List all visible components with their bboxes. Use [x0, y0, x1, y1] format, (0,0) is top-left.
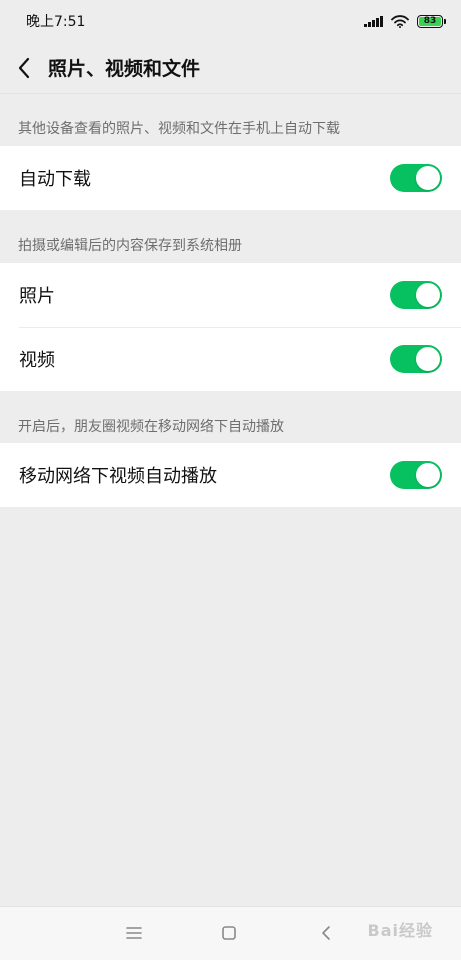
settings-group-save-to-album: 照片 视频	[0, 263, 461, 391]
section-header-auto-download: 其他设备查看的照片、视频和文件在手机上自动下载	[18, 121, 340, 137]
setting-label: 移动网络下视频自动播放	[19, 466, 217, 487]
status-icons: 83	[364, 14, 446, 28]
menu-icon	[126, 927, 142, 939]
setting-row-photos: 照片	[0, 263, 461, 327]
menu-button[interactable]	[122, 921, 146, 945]
back-button[interactable]	[2, 42, 46, 94]
settings-group-moments-autoplay: 移动网络下视频自动播放	[0, 443, 461, 507]
home-button[interactable]	[217, 921, 241, 945]
save-videos-toggle[interactable]	[390, 345, 442, 373]
setting-label: 视频	[19, 350, 55, 371]
nav-bar: 照片、视频和文件	[0, 42, 461, 94]
section-header-save-to-album: 拍摄或编辑后的内容保存到系统相册	[18, 238, 242, 254]
setting-row-auto-download: 自动下载	[0, 146, 461, 210]
save-photos-toggle[interactable]	[390, 281, 442, 309]
mobile-autoplay-toggle[interactable]	[390, 461, 442, 489]
baidu-watermark: Bai经验	[367, 921, 433, 940]
setting-label: 照片	[19, 286, 55, 307]
wifi-icon	[391, 14, 409, 28]
setting-row-videos: 视频	[0, 327, 461, 391]
battery-level: 83	[419, 16, 441, 26]
status-bar: 晚上7:51 83	[0, 0, 461, 42]
auto-download-toggle[interactable]	[390, 164, 442, 192]
chevron-left-icon	[18, 57, 30, 78]
system-nav-bar: Bai经验	[0, 906, 461, 960]
signal-icon	[364, 15, 383, 27]
page-title: 照片、视频和文件	[48, 58, 201, 80]
home-square-icon	[222, 926, 236, 940]
section-header-moments-autoplay: 开启后，朋友圈视频在移动网络下自动播放	[18, 419, 284, 435]
battery-icon: 83	[417, 14, 446, 28]
setting-row-mobile-autoplay: 移动网络下视频自动播放	[0, 443, 461, 507]
status-time: 晚上7:51	[26, 14, 86, 30]
system-back-button[interactable]	[314, 921, 338, 945]
setting-label: 自动下载	[19, 169, 91, 190]
back-triangle-icon	[322, 926, 330, 940]
settings-group-auto-download: 自动下载	[0, 146, 461, 210]
